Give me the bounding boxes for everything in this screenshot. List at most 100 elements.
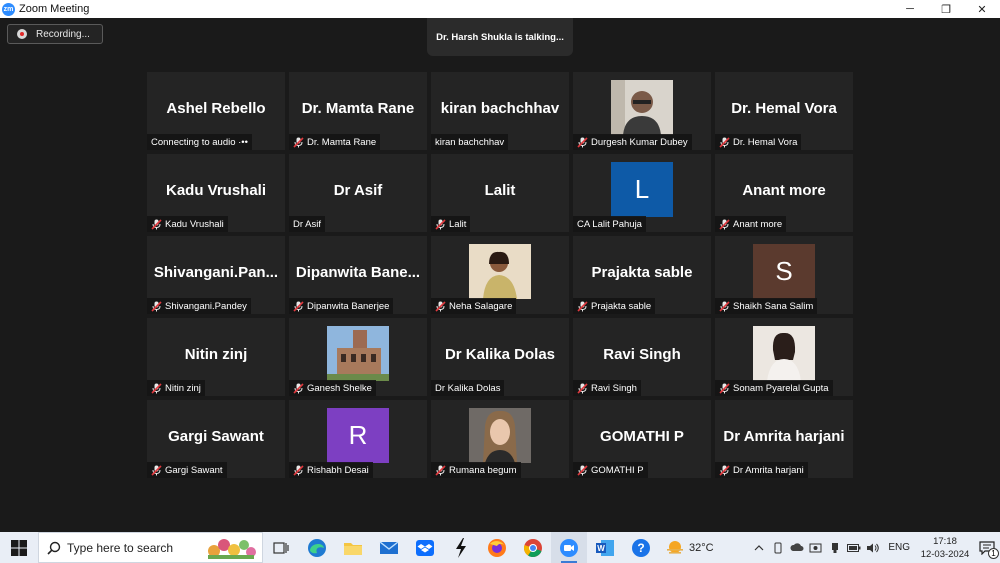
participant-tile[interactable]: L CA Lalit Pahuja xyxy=(573,154,711,232)
notification-center-button[interactable]: 1 xyxy=(974,532,1000,563)
participant-tile[interactable]: Ashel Rebello Connecting to audio ·•• xyxy=(147,72,285,150)
search-icon xyxy=(47,541,61,555)
participant-tile[interactable]: Kadu Vrushali Kadu Vrushali xyxy=(147,154,285,232)
participant-tile[interactable]: Prajakta sable Prajakta sable xyxy=(573,236,711,314)
participant-label-text: GOMATHI P xyxy=(591,464,644,476)
participant-label-text: Rumana begum xyxy=(449,464,517,476)
participant-tile[interactable]: S Shaikh Sana Salim xyxy=(715,236,853,314)
participant-name-label: Ganesh Shelke xyxy=(289,380,376,396)
task-view-icon xyxy=(273,541,289,554)
participant-display-name: Dr. Mamta Rane xyxy=(301,100,415,117)
avatar: R xyxy=(327,408,389,463)
participant-tile[interactable]: Rumana begum xyxy=(431,400,569,478)
participant-tile[interactable]: R Rishabh Desai xyxy=(289,400,427,478)
participant-tile[interactable]: Lalit Lalit xyxy=(431,154,569,232)
participant-tile[interactable]: GOMATHI P GOMATHI P xyxy=(573,400,711,478)
app-button[interactable] xyxy=(443,532,479,563)
participant-tile[interactable]: Anant more Anant more xyxy=(715,154,853,232)
participant-label-text: Rishabh Desai xyxy=(307,464,369,476)
participant-display-name: Dr Asif xyxy=(333,182,383,199)
zoom-taskbar-button[interactable] xyxy=(551,532,587,563)
participant-tile[interactable]: Dr Asif Dr Asif xyxy=(289,154,427,232)
windows-icon xyxy=(11,539,27,556)
profile-photo xyxy=(753,326,815,381)
muted-microphone-icon xyxy=(151,464,162,476)
participant-label-text: Ravi Singh xyxy=(591,382,637,394)
participant-label-text: Neha Salagare xyxy=(449,300,513,312)
participant-label-text: Gargi Sawant xyxy=(165,464,223,476)
participant-label-text: kiran bachchhav xyxy=(435,136,505,148)
firefox-button[interactable] xyxy=(479,532,515,563)
participant-tile[interactable]: kiran bachchhav kiran bachchhav xyxy=(431,72,569,150)
participant-name-label: Dipanwita Banerjee xyxy=(289,298,394,314)
edge-button[interactable] xyxy=(299,532,335,563)
start-button[interactable] xyxy=(0,532,38,563)
participant-tile[interactable]: Dr. Hemal Vora Dr. Hemal Vora xyxy=(715,72,853,150)
participant-tile[interactable]: Sonam Pyarelal Gupta xyxy=(715,318,853,396)
battery-icon[interactable] xyxy=(844,532,863,563)
participant-label-text: Dr Asif xyxy=(293,218,321,230)
avatar: L xyxy=(611,162,673,217)
close-button[interactable]: ✕ xyxy=(964,0,1000,18)
participant-tile[interactable]: Dr. Mamta Rane Dr. Mamta Rane xyxy=(289,72,427,150)
phone-link-icon[interactable] xyxy=(768,532,787,563)
participant-tile[interactable]: Dipanwita Bane... Dipanwita Banerjee xyxy=(289,236,427,314)
participant-tile[interactable]: Ganesh Shelke xyxy=(289,318,427,396)
cloud-icon[interactable] xyxy=(787,532,806,563)
camera-icon[interactable] xyxy=(806,532,825,563)
dropbox-button[interactable] xyxy=(407,532,443,563)
task-view-button[interactable] xyxy=(263,532,299,563)
participant-tile[interactable]: Ravi Singh Ravi Singh xyxy=(573,318,711,396)
language-indicator[interactable]: ENG xyxy=(888,542,910,553)
muted-microphone-icon xyxy=(151,382,162,394)
participant-label-text: Sonam Pyarelal Gupta xyxy=(733,382,829,394)
participant-label-text: Connecting to audio ·•• xyxy=(151,136,248,148)
participant-name-label: Dr Amrita harjani xyxy=(715,462,808,478)
mail-button[interactable] xyxy=(371,532,407,563)
participant-name-label: kiran bachchhav xyxy=(431,134,509,150)
participant-tile[interactable]: Nitin zinj Nitin zinj xyxy=(147,318,285,396)
participant-tile[interactable]: Neha Salagare xyxy=(431,236,569,314)
participant-label-text: CA Lalit Pahuja xyxy=(577,218,642,230)
volume-icon[interactable] xyxy=(863,532,882,563)
participant-tile[interactable]: Dr Kalika Dolas Dr Kalika Dolas xyxy=(431,318,569,396)
participant-display-name: Dr Amrita harjani xyxy=(723,428,845,445)
restore-button[interactable]: ❐ xyxy=(928,0,964,18)
usb-icon[interactable] xyxy=(825,532,844,563)
chevron-up-icon[interactable] xyxy=(749,532,768,563)
participant-tile[interactable]: Shivangani.Pan... Shivangani.Pandey xyxy=(147,236,285,314)
word-button[interactable]: W xyxy=(587,532,623,563)
flowers-illustration-icon xyxy=(208,539,256,559)
participant-display-name: Prajakta sable xyxy=(591,264,693,281)
clock[interactable]: 17:18 12-03-2024 xyxy=(916,535,974,561)
edge-icon xyxy=(308,538,326,557)
participant-display-name: Gargi Sawant xyxy=(168,428,264,445)
participant-tile[interactable]: Dr Amrita harjani Dr Amrita harjani xyxy=(715,400,853,478)
title-bar: zm Zoom Meeting ─ ❐ ✕ xyxy=(0,0,1000,18)
participant-tile[interactable]: Durgesh Kumar Dubey xyxy=(573,72,711,150)
recording-indicator[interactable]: Recording... xyxy=(7,24,103,44)
zoom-icon xyxy=(560,538,578,557)
notification-count: 1 xyxy=(988,548,999,559)
taskbar-search[interactable]: Type here to search xyxy=(38,532,263,563)
windows-taskbar: Type here to search W ? 32°C ENG 17:18 1… xyxy=(0,532,1000,563)
participant-display-name: kiran bachchhav xyxy=(440,100,560,117)
participant-label-text: Durgesh Kumar Dubey xyxy=(591,136,688,148)
chrome-button[interactable] xyxy=(515,532,551,563)
participant-label-text: Dr. Hemal Vora xyxy=(733,136,798,148)
participant-name-label: Gargi Sawant xyxy=(147,462,227,478)
participant-grid: Ashel Rebello Connecting to audio ·•• Dr. … xyxy=(147,72,853,478)
weather-temperature: 32°C xyxy=(689,541,714,554)
participant-name-label: Durgesh Kumar Dubey xyxy=(573,134,692,150)
minimize-button[interactable]: ─ xyxy=(892,0,928,18)
muted-microphone-icon xyxy=(719,218,730,230)
participant-tile[interactable]: Gargi Sawant Gargi Sawant xyxy=(147,400,285,478)
participant-name-label: Prajakta sable xyxy=(573,298,656,314)
participant-name-label: Sonam Pyarelal Gupta xyxy=(715,380,833,396)
participant-display-name: Dipanwita Bane... xyxy=(295,264,421,281)
file-explorer-button[interactable] xyxy=(335,532,371,563)
weather-widget[interactable]: 32°C xyxy=(665,540,714,556)
help-button[interactable]: ? xyxy=(623,532,659,563)
participant-name-label: Dr. Mamta Rane xyxy=(289,134,381,150)
participant-name-label: Dr. Hemal Vora xyxy=(715,134,802,150)
